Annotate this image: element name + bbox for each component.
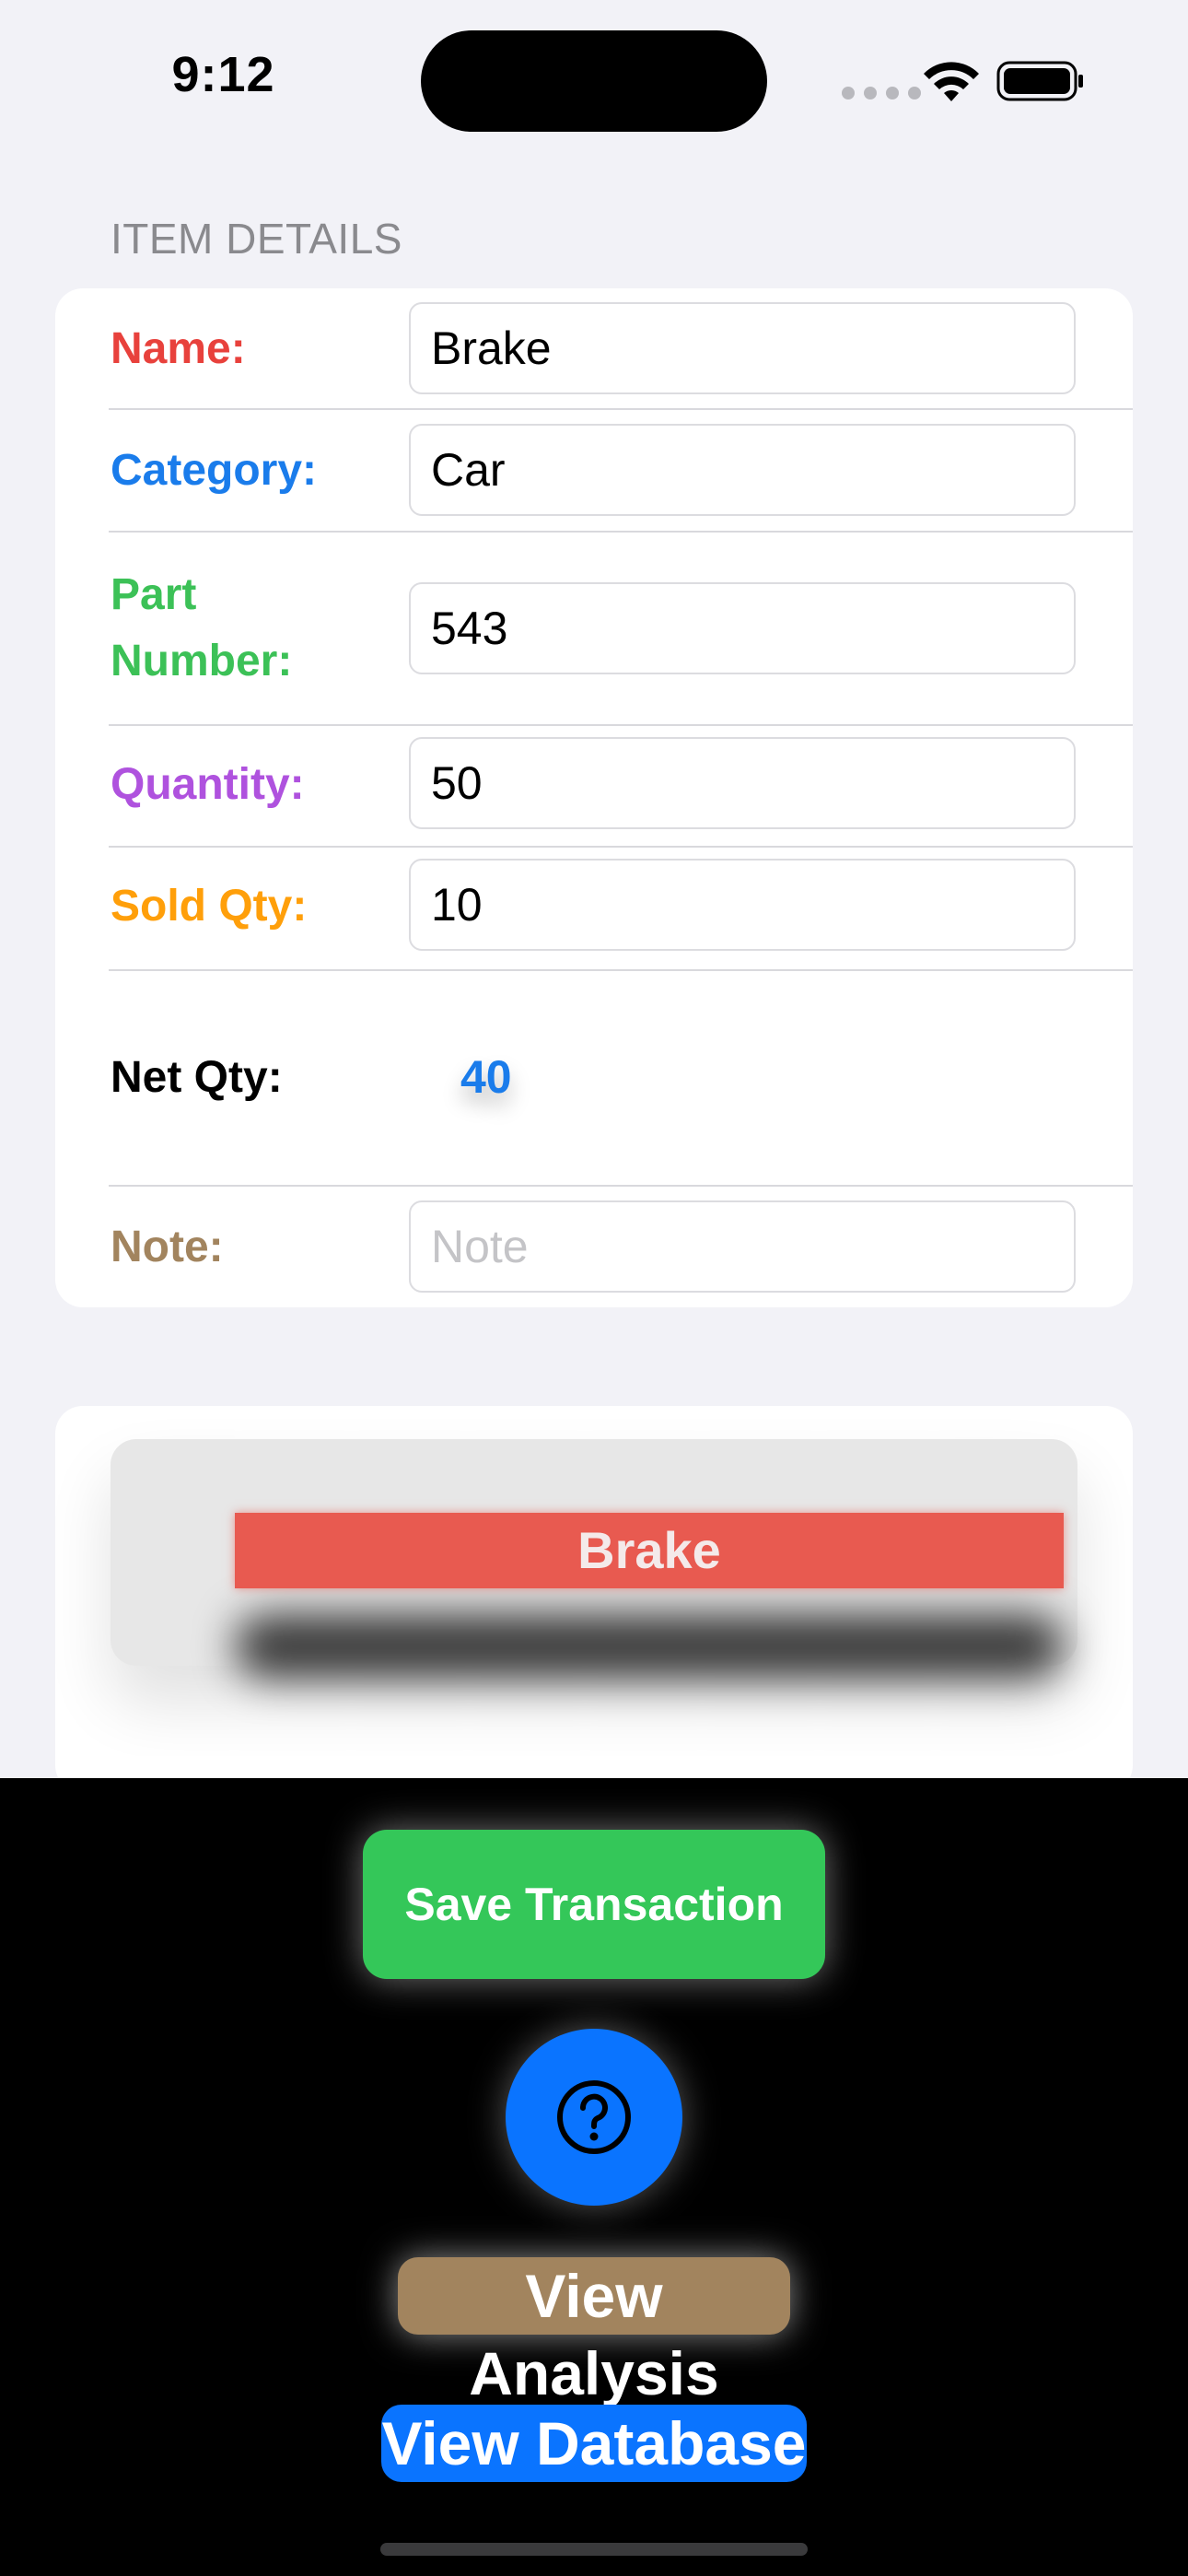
status-time: 9:12 [171, 47, 275, 102]
part-number-row: Part Number: [55, 533, 1133, 725]
battery-icon [996, 61, 1083, 101]
help-button[interactable] [506, 2029, 682, 2206]
save-transaction-button[interactable]: Save Transaction [363, 1830, 825, 1979]
cellular-signal-icon [842, 87, 921, 100]
home-indicator[interactable] [380, 2543, 808, 2556]
quantity-field[interactable] [409, 737, 1076, 829]
preview-tag: Brake [235, 1513, 1064, 1588]
item-details-form: Name: Category: Part Number: Quantity: S… [55, 288, 1133, 1307]
note-label: Note: [111, 1223, 224, 1271]
category-label: Category: [111, 446, 318, 495]
net-qty-value: 40 [460, 1051, 512, 1103]
name-label: Name: [111, 324, 246, 373]
sold-qty-field[interactable] [409, 859, 1076, 951]
note-field[interactable] [409, 1200, 1076, 1293]
question-mark-circle-icon [557, 2080, 631, 2154]
view-analysis-button[interactable]: View Analysis [398, 2257, 790, 2407]
quantity-row: Quantity: [55, 726, 1133, 846]
net-qty-label: Net Qty: [111, 1053, 283, 1102]
name-field[interactable] [409, 302, 1076, 394]
category-field[interactable] [409, 424, 1076, 516]
sold-qty-label: Sold Qty: [111, 882, 308, 931]
sold-qty-row: Sold Qty: [55, 848, 1133, 969]
quantity-label: Quantity: [111, 760, 305, 809]
note-row: Note: [55, 1187, 1133, 1307]
dynamic-island [421, 30, 767, 132]
preview-frame: Brake [111, 1439, 1077, 1679]
preview-shadow [235, 1614, 1064, 1679]
status-bar: 9:12 [0, 0, 1188, 157]
bottom-action-panel: Save Transaction View Analysis View Data… [0, 1778, 1188, 2576]
preview-card: Brake [55, 1406, 1133, 1793]
name-row: Name: [55, 288, 1133, 412]
part-number-label: Part Number: [111, 570, 293, 685]
part-number-field[interactable] [409, 582, 1076, 674]
section-header: ITEM DETAILS [111, 215, 402, 263]
category-row: Category: [55, 410, 1133, 532]
view-database-button[interactable]: View Database [381, 2405, 807, 2482]
net-qty-row: Net Qty: 40 [55, 971, 1133, 1187]
wifi-icon [924, 62, 979, 101]
